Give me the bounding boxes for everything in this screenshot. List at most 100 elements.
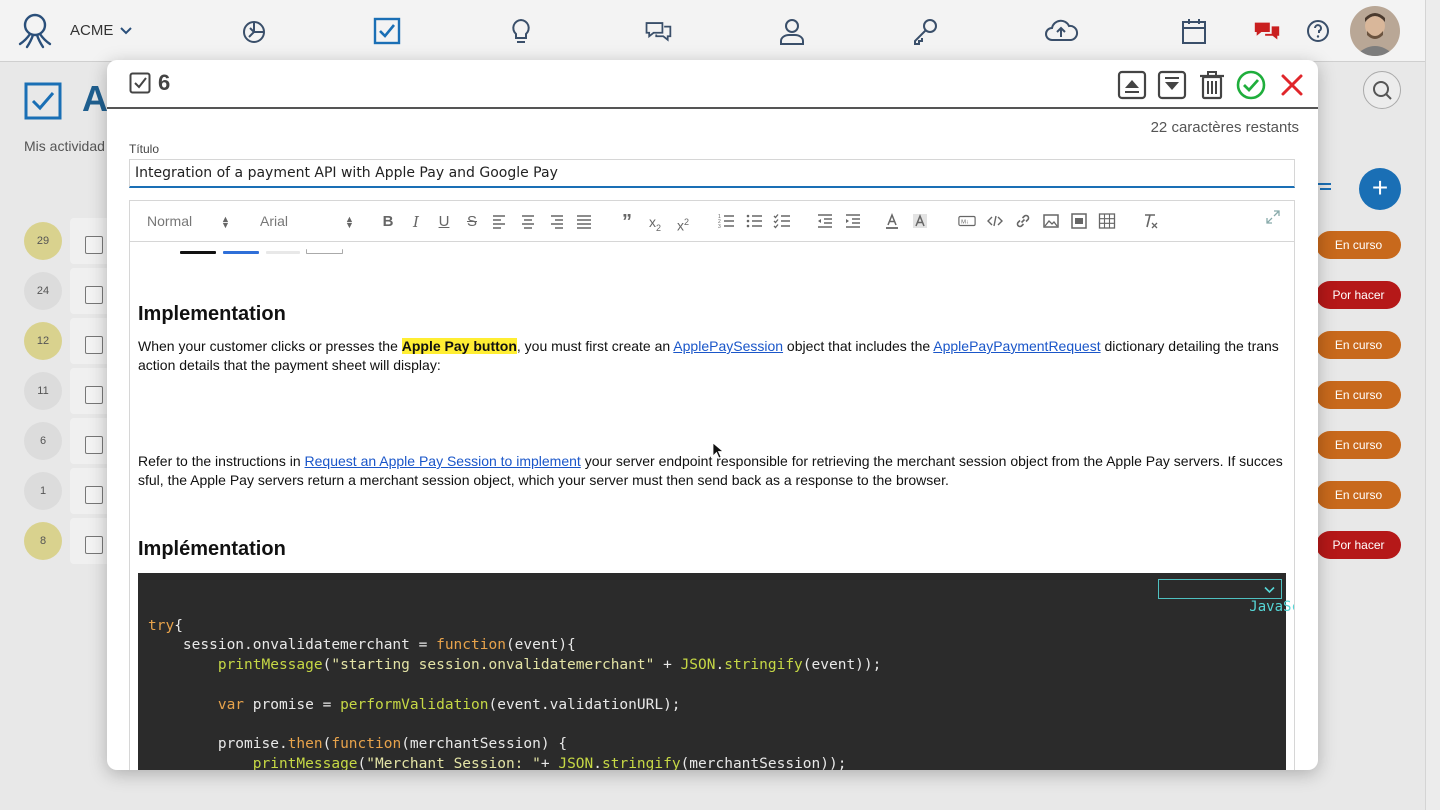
row-checkbox[interactable] [85,386,103,404]
code-line: printMessage("starting session.onvalidat… [217,657,882,674]
code-language-select[interactable]: JavaScript [1158,579,1294,615]
user-icon[interactable] [777,16,807,46]
align-right-icon[interactable] [546,212,566,232]
content-divider [266,251,300,254]
indent-icon[interactable] [843,212,863,232]
blockquote-icon[interactable]: ” [617,212,637,232]
font-select[interactable]: Arial ▲ ▼ [260,213,355,230]
image-icon[interactable] [1041,212,1061,232]
subscript-icon[interactable]: x2 [645,212,665,233]
editor-content[interactable]: Implementation When your customer clicks… [130,243,1294,770]
add-activity-button[interactable]: + [1359,168,1401,210]
markdown-icon[interactable]: M↓ [957,212,977,232]
title-input[interactable] [129,159,1295,188]
align-center-icon[interactable] [518,212,538,232]
strikethrough-icon[interactable]: S [462,212,482,232]
code-line: printMessage("Merchant Session: "+ JSON.… [252,756,847,770]
bullet-list-icon[interactable] [744,212,764,232]
link-icon[interactable] [1013,212,1033,232]
close-button[interactable] [1277,70,1307,100]
align-justify-icon[interactable] [574,212,594,232]
confirm-button[interactable] [1236,70,1266,100]
video-icon[interactable] [1069,212,1089,232]
svg-text:M↓: M↓ [961,220,969,226]
row-checkbox[interactable] [85,536,103,554]
status-badge[interactable]: Por hacer [1316,531,1401,559]
rich-text-editor[interactable]: Normal ▲▼ Arial ▲▼ B I U S ” x2 x2 123 [129,200,1295,770]
outdent-icon[interactable] [815,212,835,232]
underline-icon[interactable]: U [434,212,454,232]
move-up-button[interactable] [1117,70,1147,100]
chat-icon[interactable] [643,16,673,46]
move-down-button[interactable] [1157,70,1187,100]
code-icon[interactable] [985,212,1005,232]
link-applepaysession[interactable]: ApplePaySession [673,338,783,354]
window-scrollbar[interactable] [1425,0,1440,810]
heading-implementation-fr: Implémentation [138,538,286,560]
row-checkbox[interactable] [85,486,103,504]
svg-text:3: 3 [718,224,721,230]
row-checkbox[interactable] [85,236,103,254]
row-checkbox[interactable] [85,436,103,454]
filter-icon[interactable] [1317,182,1331,194]
status-badge[interactable]: En curso [1316,231,1401,259]
paragraph-text: object that includes the [783,338,934,354]
avatar[interactable] [1350,6,1400,56]
editor-toolbar: Normal ▲▼ Arial ▲▼ B I U S ” x2 x2 123 [130,201,1294,242]
code-block[interactable]: try{ session.onvalidatemerchant = functi… [138,573,1294,770]
brand-switcher[interactable]: ACME [70,22,133,39]
brand-name: ACME [70,22,114,39]
bold-icon[interactable]: B [378,212,398,232]
ideas-icon[interactable] [506,16,536,46]
align-left-icon[interactable] [490,212,510,232]
dashboard-icon[interactable] [240,16,270,46]
calendar-icon[interactable] [1179,16,1209,46]
plus-icon: + [1371,172,1389,203]
delete-button[interactable] [1197,70,1227,100]
octopus-logo-icon[interactable] [12,10,58,50]
key-icon[interactable] [910,16,940,46]
code-lines: try{ session.onvalidatemerchant = functi… [148,617,1276,770]
content-divider [180,251,216,254]
text-color-icon[interactable] [882,212,902,232]
app-header: ACME [0,0,1425,62]
status-badge[interactable]: En curso [1316,331,1401,359]
link-request-session[interactable]: Request an Apple Pay Session to implemen… [305,453,581,469]
messages-icon[interactable] [1252,16,1282,46]
priority-badge: 12 [24,322,62,360]
status-badge[interactable]: En curso [1316,381,1401,409]
heading-implementation: Implementation [138,303,286,325]
paragraph-text: Refer to the instructions in [138,453,305,469]
checklist-icon[interactable] [772,212,792,232]
priority-badge: 8 [24,522,62,560]
ordered-list-icon[interactable]: 123 [716,212,736,232]
status-badge[interactable]: En curso [1316,431,1401,459]
priority-badge: 24 [24,272,62,310]
search-icon [1373,81,1392,100]
italic-icon[interactable]: I [406,212,426,232]
fullscreen-icon[interactable] [1263,208,1283,228]
format-select-value: Normal [147,213,193,229]
status-badge[interactable]: En curso [1316,481,1401,509]
content-divider [306,249,343,254]
priority-badge: 1 [24,472,62,510]
format-select[interactable]: Normal ▲ ▼ [147,213,237,230]
code-line: try{ [148,617,183,634]
paragraph-text: , you must first create an [516,338,674,354]
priority-badge: 11 [24,372,62,410]
table-icon[interactable] [1097,212,1117,232]
tasks-icon[interactable] [372,16,402,46]
row-checkbox[interactable] [85,286,103,304]
cloud-upload-icon[interactable] [1043,16,1079,46]
chars-remaining: 22 caractères restants [1150,119,1299,136]
status-badge[interactable]: Por hacer [1316,281,1401,309]
help-icon[interactable] [1306,19,1330,43]
row-checkbox[interactable] [85,336,103,354]
search-button[interactable] [1363,71,1401,109]
link-applepaypaymentrequest[interactable]: ApplePayPaymentRequest [933,338,1100,354]
clear-format-icon[interactable] [1140,212,1160,232]
highlight-color-icon[interactable] [910,212,930,232]
superscript-icon[interactable]: x2 [673,212,693,234]
